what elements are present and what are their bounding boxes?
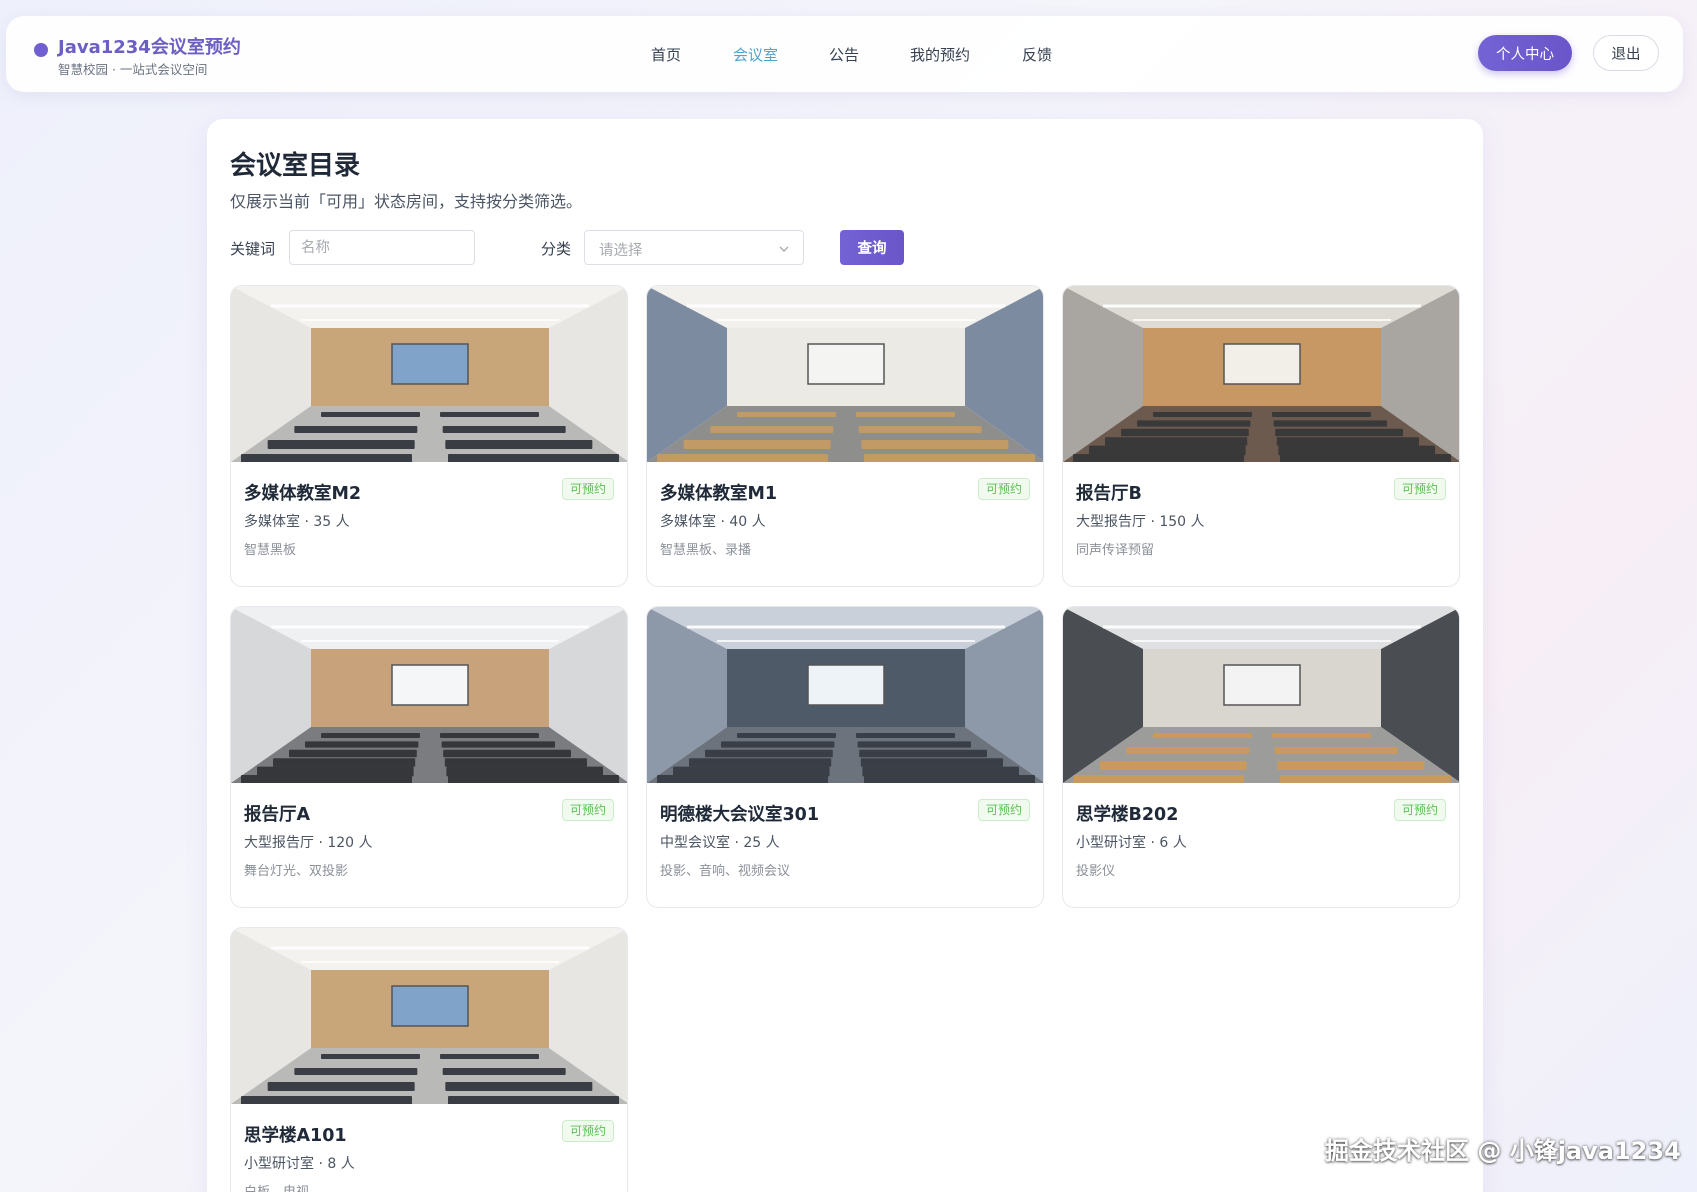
room-name: 明德楼大会议室301: [660, 805, 820, 825]
room-meta: 大型报告厅 · 120 人: [244, 835, 373, 851]
nav-feedback[interactable]: 反馈: [1022, 44, 1052, 65]
room-catalog-panel: 会议室目录 仅展示当前「可用」状态房间，支持按分类筛选。 关键词 分类 请选择 …: [207, 119, 1483, 1192]
nav-my-bookings[interactable]: 我的预约: [910, 44, 970, 65]
logout-button[interactable]: 退出: [1593, 35, 1659, 71]
status-badge: 可预约: [1393, 799, 1446, 821]
room-name: 报告厅B: [1076, 484, 1142, 504]
room-features: 投影、音响、视频会议: [660, 864, 791, 879]
page-subtitle: 仅展示当前「可用」状态房间，支持按分类筛选。: [230, 192, 583, 211]
room-meta: 多媒体室 · 40 人: [660, 514, 766, 530]
room-photo[interactable]: [647, 286, 1043, 462]
room-features: 投影仪: [1076, 864, 1116, 879]
room-card[interactable]: 报告厅A 可预约大型报告厅 · 120 人舞台灯光、双投影: [230, 606, 628, 908]
room-photo[interactable]: [1063, 286, 1459, 462]
room-features: 白板、电视: [244, 1181, 309, 1192]
room-photo[interactable]: [231, 928, 627, 1104]
room-features: 智慧黑板: [244, 543, 297, 558]
status-badge: 可预约: [1393, 478, 1446, 500]
keyword-input[interactable]: [289, 230, 475, 265]
room-card[interactable]: 多媒体教室M2 可预约多媒体室 · 35 人智慧黑板: [230, 285, 628, 587]
page-title: 会议室目录: [230, 151, 361, 181]
room-photo[interactable]: [647, 607, 1043, 783]
category-select[interactable]: 请选择: [584, 230, 804, 265]
room-photo[interactable]: [231, 607, 627, 783]
room-features: 智慧黑板、录播: [660, 543, 752, 558]
personal-center-button[interactable]: 个人中心: [1478, 35, 1572, 71]
room-name: 多媒体教室M2: [244, 484, 362, 504]
room-card[interactable]: 多媒体教室M1 可预约多媒体室 · 40 人智慧黑板、录播: [646, 285, 1044, 587]
category-label: 分类: [541, 240, 572, 258]
room-name: 思学楼A101: [244, 1126, 347, 1146]
nav-announcements[interactable]: 公告: [829, 44, 859, 65]
top-navbar: Java1234会议室预约 智慧校园 · 一站式会议空间 首页 会议室 公告 我…: [6, 16, 1683, 92]
query-button[interactable]: 查询: [840, 230, 904, 265]
room-card[interactable]: 明德楼大会议室301 可预约中型会议室 · 25 人投影、音响、视频会议: [646, 606, 1044, 908]
room-name: 报告厅A: [244, 805, 311, 825]
chevron-down-icon: [779, 246, 789, 252]
status-badge: 可预约: [977, 478, 1030, 500]
room-card[interactable]: 思学楼A101 可预约小型研讨室 · 8 人白板、电视: [230, 927, 628, 1192]
status-badge: 可预约: [561, 799, 614, 821]
status-badge: 可预约: [561, 1120, 614, 1142]
nav-home[interactable]: 首页: [651, 44, 681, 65]
room-meta: 中型会议室 · 25 人: [660, 835, 780, 851]
room-meta: 多媒体室 · 35 人: [244, 514, 350, 530]
status-badge: 可预约: [977, 799, 1030, 821]
watermark: 掘金技术社区 @ 小锋java1234: [1325, 1137, 1681, 1165]
room-features: 同声传译预留: [1076, 543, 1155, 558]
room-meta: 小型研讨室 · 6 人: [1076, 835, 1187, 851]
main-nav: 首页 会议室 公告 我的预约 反馈: [6, 44, 1683, 66]
status-badge: 可预约: [561, 478, 614, 500]
room-name: 多媒体教室M1: [660, 484, 778, 504]
room-meta: 小型研讨室 · 8 人: [244, 1156, 355, 1172]
room-meta: 大型报告厅 · 150 人: [1076, 514, 1205, 530]
room-features: 舞台灯光、双投影: [244, 864, 349, 879]
category-select-placeholder: 请选择: [599, 243, 643, 259]
room-name: 思学楼B202: [1076, 805, 1179, 825]
room-photo[interactable]: [231, 286, 627, 462]
nav-meeting-rooms[interactable]: 会议室: [733, 44, 778, 65]
room-photo[interactable]: [1063, 607, 1459, 783]
keyword-label: 关键词: [230, 240, 276, 258]
room-card[interactable]: 思学楼B202 可预约小型研讨室 · 6 人投影仪: [1062, 606, 1460, 908]
room-card[interactable]: 报告厅B 可预约大型报告厅 · 150 人同声传译预留: [1062, 285, 1460, 587]
